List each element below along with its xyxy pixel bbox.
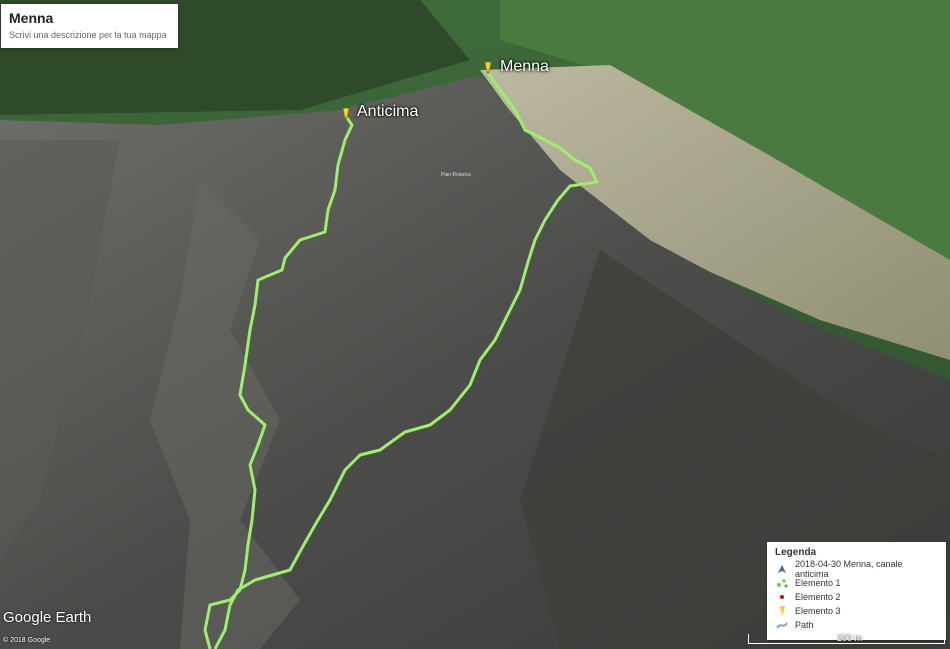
path-icon [775,619,789,631]
placemark-anticima[interactable]: Anticima [357,103,418,121]
terrain-label: Pian Rolarica [441,172,471,178]
legend-item-label: 2018-04-30 Menna, canale anticima [794,559,903,579]
compass-icon[interactable] [911,592,939,620]
legend-item: Path [775,618,938,632]
anticima-pin-icon[interactable] [341,107,351,122]
scale-label: 200 m [837,633,863,643]
map-title: Menna [9,10,54,26]
path-track-icon [775,563,789,575]
legend-panel: Legenda 2018-04-30 Menna, canale anticim… [767,542,946,640]
placemark-menna[interactable]: Menna [500,58,549,76]
google-earth-logo: Google Earth [3,609,92,626]
scale-bar: 200 m [748,633,945,644]
copyright: © 2018 Google [3,637,51,644]
map-description[interactable]: Scrivi una descrizione per la tua mappa [9,30,170,40]
legend-item-label: Elemento 1 [795,578,841,588]
legend-item-label: Elemento 3 [795,606,841,616]
element-icon [775,577,789,589]
menna-pin-icon[interactable] [483,61,493,76]
legend-title: Legenda [775,547,817,558]
red-dot-icon [775,591,789,603]
legend-item: 2018-04-30 Menna, canale anticima [775,559,938,579]
legend-item-label: Path [795,620,814,630]
yellow-pin-icon [775,605,789,617]
legend-item-label: Elemento 2 [795,592,841,602]
map-title-card[interactable]: Menna Scrivi una descrizione per la tua … [1,4,178,48]
